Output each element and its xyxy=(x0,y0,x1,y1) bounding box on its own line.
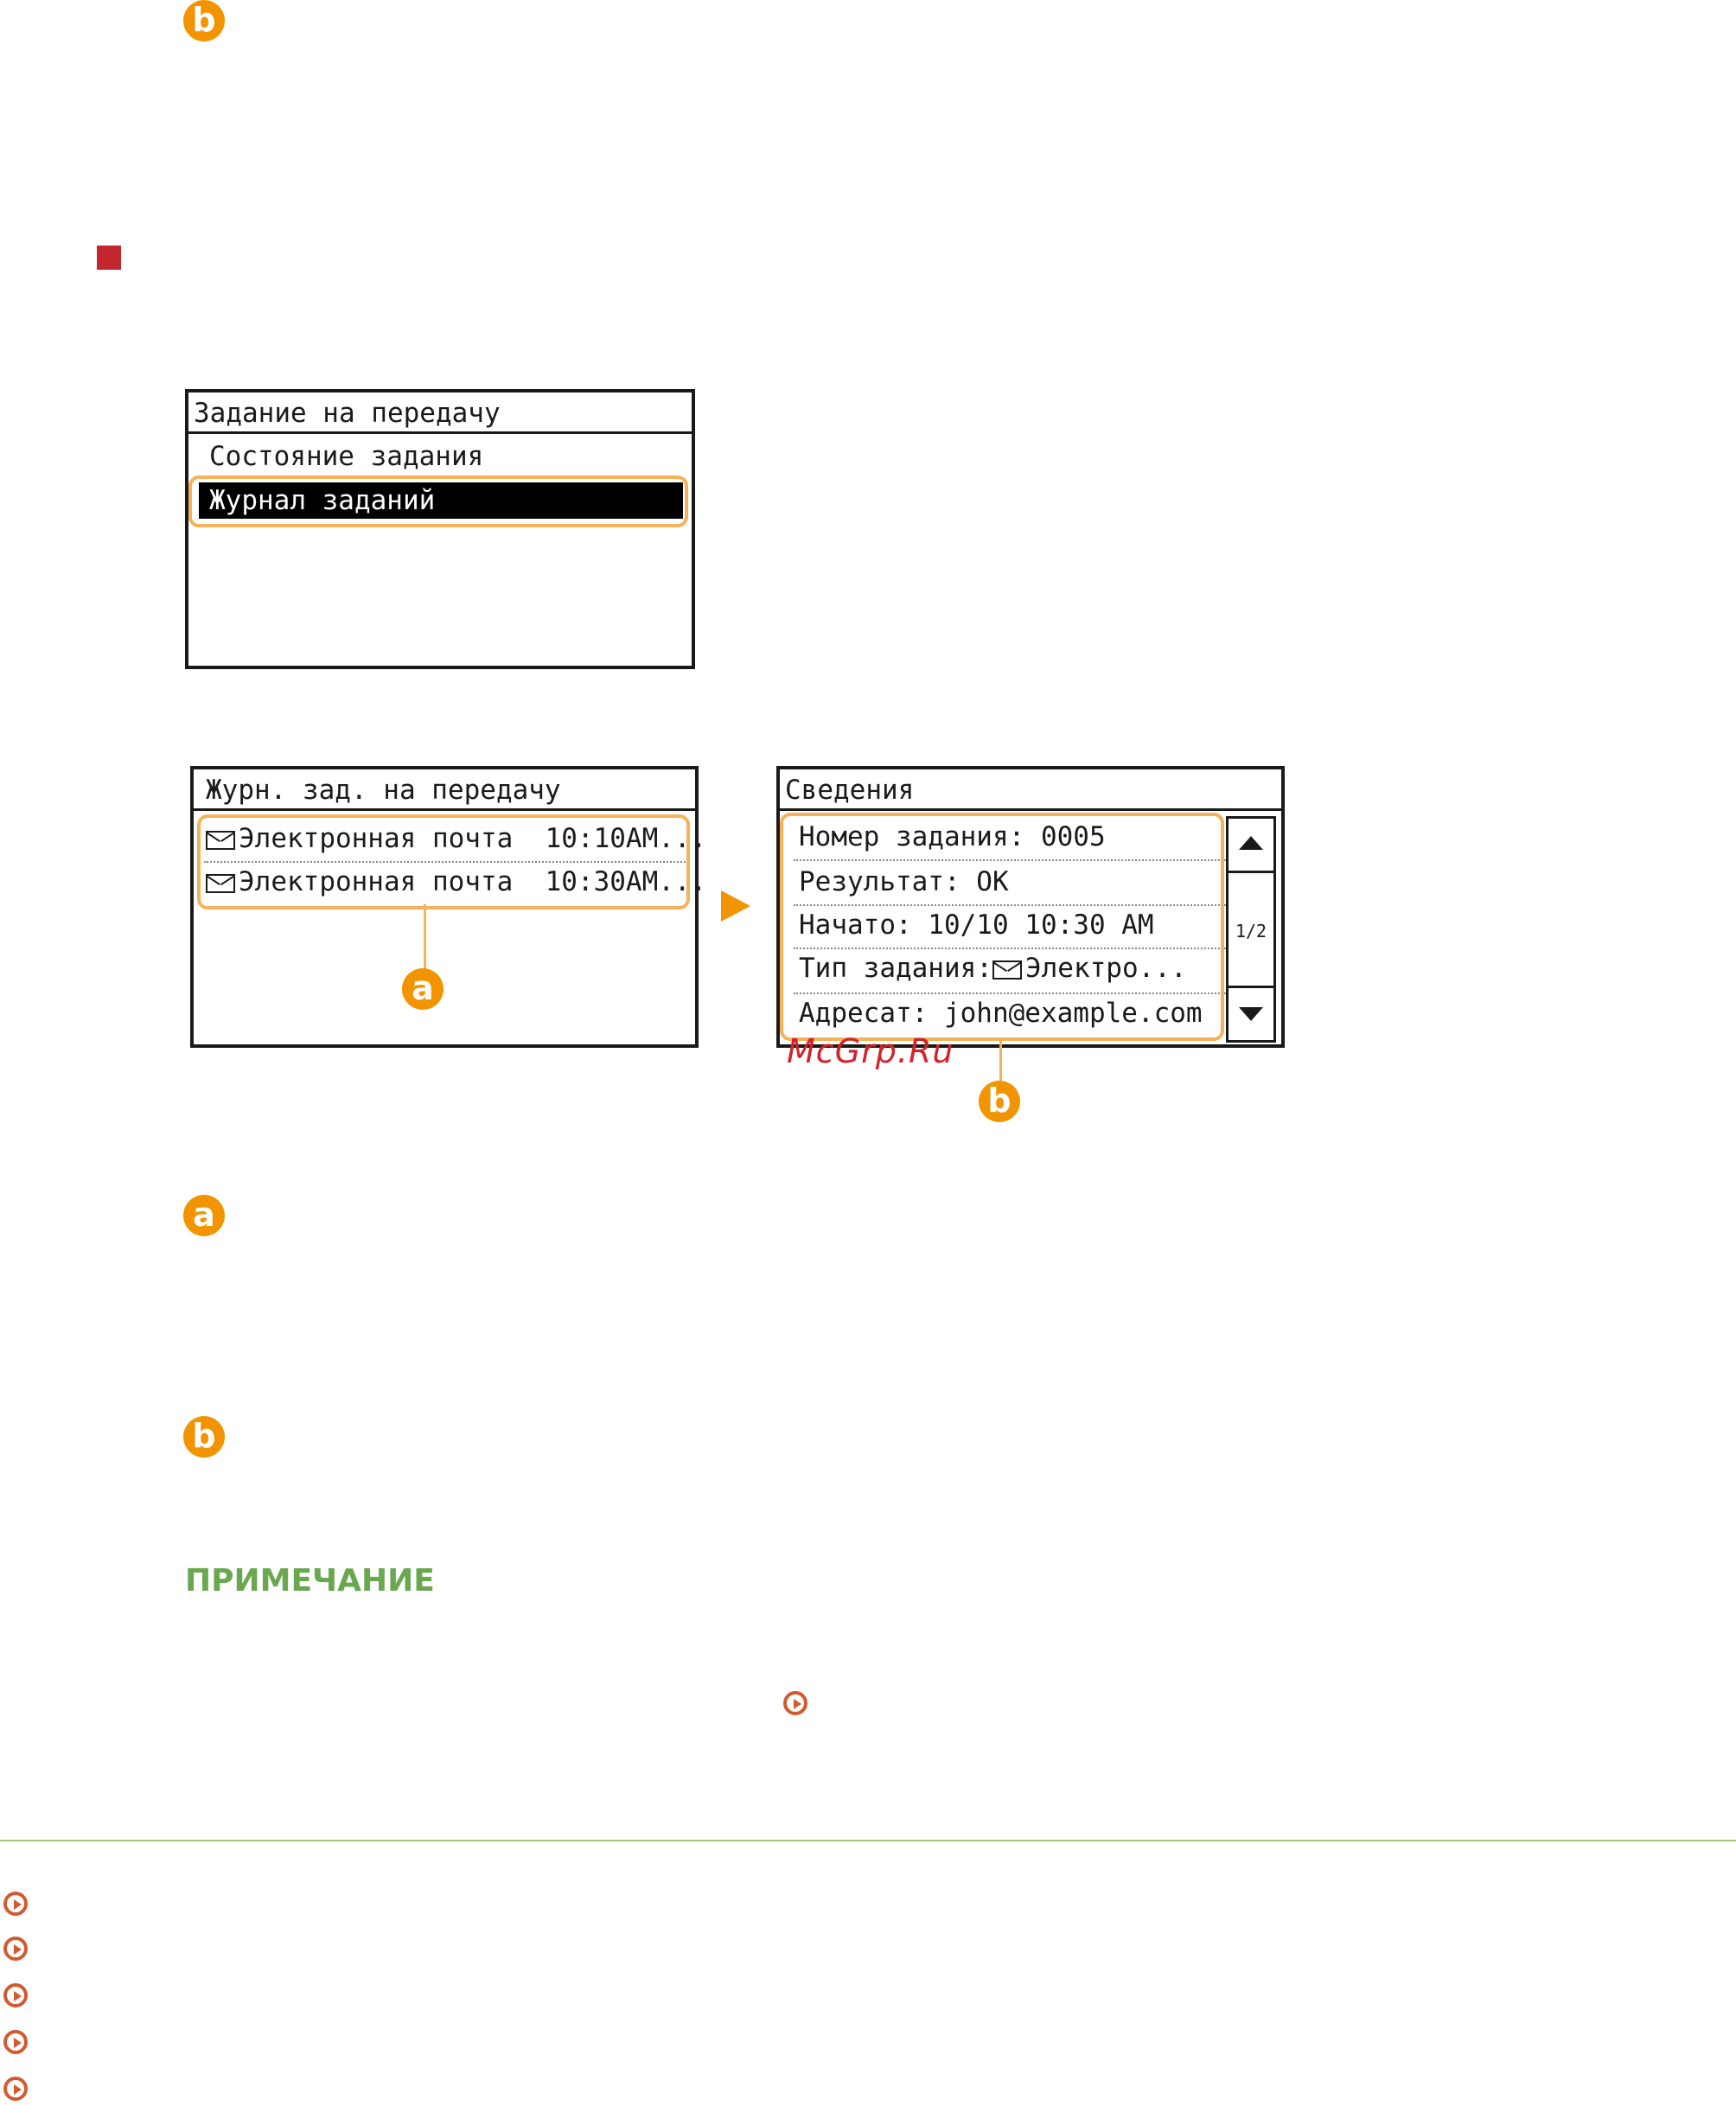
link-arrow-icon[interactable] xyxy=(783,1691,807,1715)
callout-leader-line xyxy=(999,1037,1002,1082)
callout-b-desc: b xyxy=(183,1416,225,1458)
watermark: McGrp.Ru xyxy=(787,1032,954,1070)
page-indicator: 1/2 xyxy=(1235,921,1267,941)
scroll-down-button[interactable] xyxy=(1229,986,1273,1040)
scroll-up-icon xyxy=(1239,836,1263,850)
callout-a: a xyxy=(402,968,444,1010)
callout-b-top: b xyxy=(183,0,225,41)
lcd-screen-job-log: Журн. зад. на передачу Электронная почта… xyxy=(190,766,706,1048)
scrollbar: 1/2 xyxy=(1226,816,1276,1043)
callout-a-desc: a xyxy=(183,1195,225,1236)
lcd-screen-transmit-job: Задание на передачу Состояние задания Жу… xyxy=(185,389,695,669)
highlight-frame xyxy=(780,813,1224,1041)
lcd-title: Задание на передачу xyxy=(188,392,692,434)
link-arrow-icon[interactable] xyxy=(3,1983,28,2007)
note-heading: ПРИМЕЧАНИЕ xyxy=(185,1563,435,1599)
scroll-down-icon xyxy=(1239,1007,1263,1021)
link-arrow-icon[interactable] xyxy=(3,1937,28,1961)
footer-separator xyxy=(0,1840,1736,1841)
callout-b: b xyxy=(979,1081,1020,1122)
highlight-frame xyxy=(197,814,690,909)
highlight-frame xyxy=(188,475,688,527)
lcd-title: Журн. зад. на передачу xyxy=(194,769,695,811)
next-arrow-icon xyxy=(721,890,750,922)
link-arrow-icon[interactable] xyxy=(3,1892,28,1916)
link-arrow-icon[interactable] xyxy=(3,2077,28,2101)
lcd-screen-details: Сведения Номер задания: 0005 Результат: … xyxy=(776,766,1285,1048)
menu-item-job-status[interactable]: Состояние задания xyxy=(209,441,483,472)
lcd-title: Сведения xyxy=(780,769,1281,811)
link-arrow-icon[interactable] xyxy=(3,2030,28,2054)
scroll-up-button[interactable] xyxy=(1229,819,1273,873)
section-marker-icon xyxy=(97,246,121,270)
